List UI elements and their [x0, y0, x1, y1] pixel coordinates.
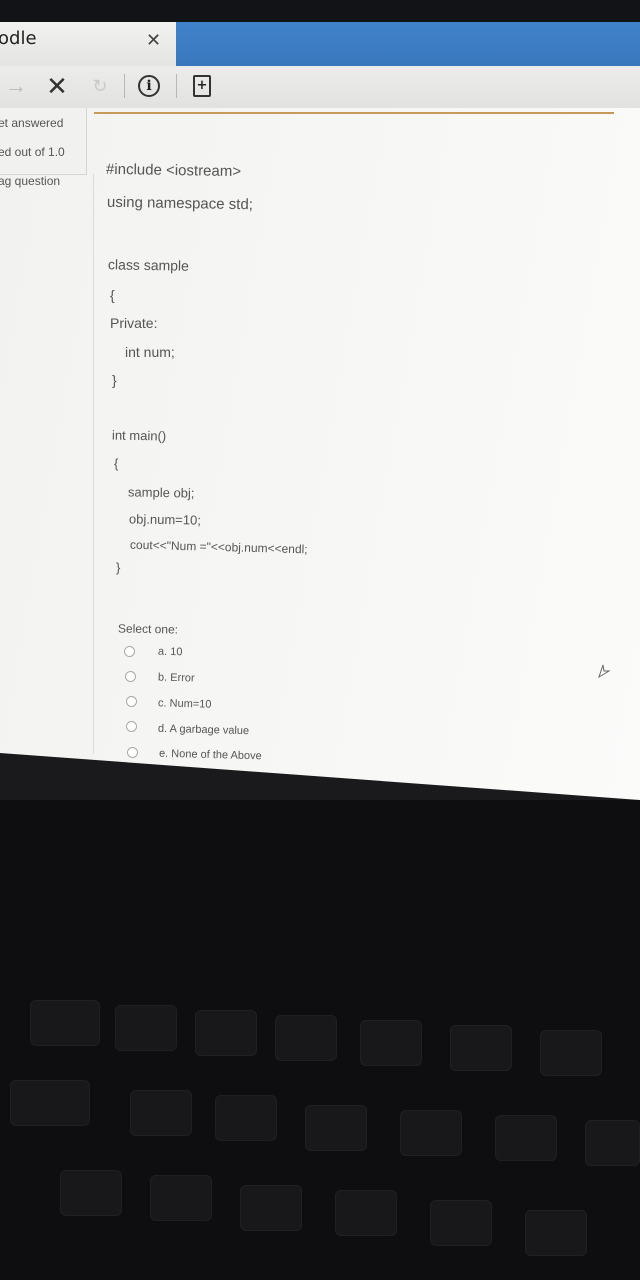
keyboard-key	[115, 1005, 177, 1051]
keyboard-key	[305, 1105, 367, 1151]
code-line: class sample	[107, 256, 190, 274]
laptop-keyboard-area	[0, 800, 640, 1280]
screen-bezel	[0, 0, 640, 22]
keyboard-key	[525, 1210, 587, 1256]
keyboard-key	[540, 1030, 602, 1076]
code-line: int num;	[125, 344, 175, 360]
content-divider	[93, 174, 94, 754]
option-d-radio[interactable]	[126, 721, 137, 732]
keyboard-key	[430, 1200, 492, 1246]
keyboard-key	[10, 1080, 90, 1126]
code-line: Private:	[110, 315, 158, 331]
tab-title: odle	[0, 28, 37, 49]
code-line: using namespace std;	[106, 193, 254, 214]
page-add-icon[interactable]: +	[188, 70, 216, 102]
browser-tab[interactable]: odle ✕	[0, 22, 176, 66]
keyboard-key	[150, 1175, 212, 1221]
info-icon[interactable]: i	[134, 70, 164, 102]
close-icon[interactable]: ✕	[146, 30, 161, 51]
code-line: #include <iostream>	[105, 160, 242, 181]
accent-rule	[94, 112, 614, 114]
option-e-radio[interactable]	[127, 747, 138, 758]
code-line: }	[116, 560, 121, 575]
option-a-label[interactable]: a. 10	[158, 646, 183, 659]
keyboard-key	[60, 1170, 122, 1216]
keyboard-key	[240, 1185, 302, 1231]
browser-tab-strip: odle ✕	[0, 22, 640, 66]
question-status: et answered	[0, 116, 64, 130]
stop-button[interactable]: ✕	[42, 70, 72, 102]
question-mark: ed out of 1.0	[0, 145, 65, 159]
code-line: {	[110, 287, 115, 303]
keyboard-key	[30, 1000, 100, 1046]
option-a-radio[interactable]	[124, 646, 135, 657]
keyboard-key	[335, 1190, 397, 1236]
option-e-label[interactable]: e. None of the Above	[159, 748, 262, 763]
option-d-label[interactable]: d. A garbage value	[158, 723, 249, 737]
keyboard-key	[360, 1020, 422, 1066]
refresh-icon[interactable]: ↻	[88, 70, 112, 102]
keyboard-key	[130, 1090, 192, 1136]
mouse-cursor-icon	[598, 664, 611, 678]
code-line: int main()	[111, 427, 167, 444]
keyboard-key	[585, 1120, 640, 1166]
code-line: {	[114, 456, 119, 471]
keyboard-key	[450, 1025, 512, 1071]
code-line: obj.num=10;	[128, 511, 202, 528]
select-one-label: Select one:	[117, 621, 179, 637]
option-c-radio[interactable]	[126, 696, 137, 707]
keyboard-key	[215, 1095, 277, 1141]
option-b-label[interactable]: b. Error	[158, 672, 195, 685]
code-line: cout<<"Num ="<<obj.num<<endl;	[129, 537, 308, 557]
flag-question-link[interactable]: ag question	[0, 174, 60, 188]
quiz-page: et answered ed out of 1.0 ag question #i…	[0, 108, 640, 800]
keyboard-key	[195, 1010, 257, 1056]
keyboard-key	[400, 1110, 462, 1156]
nav-divider	[176, 74, 177, 98]
option-b-radio[interactable]	[125, 671, 136, 682]
arrow-right-icon[interactable]: →	[2, 70, 30, 102]
option-c-label[interactable]: c. Num=10	[158, 697, 212, 710]
keyboard-key	[495, 1115, 557, 1161]
code-line: }	[112, 372, 117, 388]
nav-divider	[124, 74, 125, 98]
code-line: sample obj;	[127, 484, 195, 501]
question-info-box: et answered ed out of 1.0 ag question	[0, 108, 87, 188]
browser-nav-bar: → ✕ ↻ i +	[0, 66, 640, 108]
keyboard-key	[275, 1015, 337, 1061]
